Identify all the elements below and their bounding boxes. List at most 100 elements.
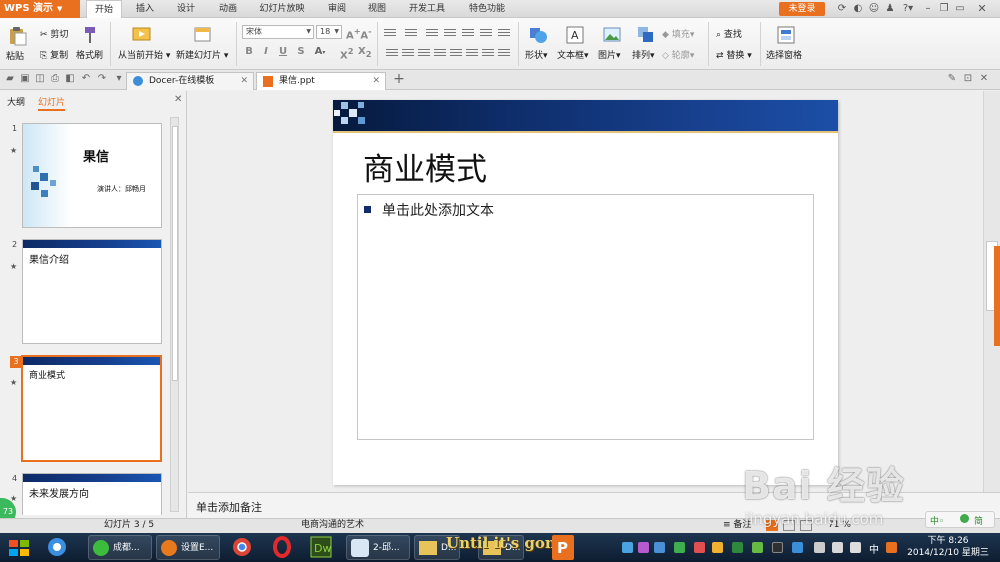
outline-button[interactable]: ◇ 轮廓▾ (662, 48, 694, 61)
chevron-down-icon[interactable]: ▾ (113, 73, 125, 85)
help-icon[interactable]: ?▾ (900, 3, 916, 15)
bold-icon[interactable]: B (243, 46, 255, 57)
content-placeholder[interactable]: 单击此处添加文本 (357, 194, 814, 440)
tray-signal-icon[interactable] (814, 542, 825, 553)
tab-design[interactable]: 设计 (168, 0, 204, 18)
shrink-font-icon[interactable]: A- (360, 26, 372, 41)
minimize-icon[interactable]: – (922, 3, 934, 15)
new-slide-icon[interactable] (193, 25, 213, 45)
taskbar-item-firefox[interactable]: 设置E... (156, 535, 220, 560)
slide-title[interactable]: 商业模式 (363, 144, 487, 189)
decrease-indent-icon[interactable] (426, 27, 438, 37)
tab-developer[interactable]: 开发工具 (402, 0, 452, 18)
close-icon[interactable]: ✕ (174, 94, 182, 105)
ime-indicator[interactable]: 中 (869, 541, 879, 556)
text-direction-icon[interactable] (480, 27, 492, 37)
align-center-icon[interactable] (402, 47, 414, 57)
close-icon[interactable]: ✕ (976, 3, 988, 15)
align-top-icon[interactable] (466, 47, 478, 57)
cut-button[interactable]: ✂ 剪切 (40, 27, 68, 40)
tray-network-icon[interactable] (622, 542, 633, 553)
subscript-icon[interactable]: X2 (358, 46, 372, 59)
tray-app-icon[interactable] (792, 542, 803, 553)
fullscreen-icon[interactable]: ⊡ (962, 73, 974, 85)
slide-thumbnail-2[interactable]: 果信介绍 (22, 239, 162, 344)
find-button[interactable]: ⌕ 查找 (716, 27, 742, 40)
grow-font-icon[interactable]: A+ (346, 26, 361, 41)
italic-icon[interactable]: I (260, 46, 272, 57)
align-right-icon[interactable] (418, 47, 430, 57)
underline-icon[interactable]: U (277, 46, 289, 57)
tab-document[interactable]: 果信.ppt ✕ (256, 72, 386, 90)
close-icon[interactable]: ✕ (240, 73, 248, 89)
close-icon[interactable]: ✕ (372, 73, 380, 89)
opera-icon[interactable] (268, 535, 296, 560)
picture-button[interactable]: 图片▾ (598, 48, 621, 61)
font-name-select[interactable]: 宋体 ▼ (242, 25, 314, 39)
tray-app-icon[interactable] (638, 542, 649, 553)
from-current-button[interactable]: 从当前开始 ▾ (118, 48, 170, 61)
align-left-icon[interactable] (386, 47, 398, 57)
new-tab-icon[interactable]: + (393, 72, 405, 86)
align-middle-icon[interactable] (482, 47, 494, 57)
replace-button[interactable]: ⇄ 替换 ▾ (716, 48, 752, 61)
columns-icon[interactable] (498, 27, 510, 37)
chrome-icon[interactable] (228, 535, 256, 560)
tab-outline[interactable]: 大纲 (7, 95, 25, 108)
open-folder-icon[interactable]: ▰ (4, 73, 16, 85)
wps-app-menu-button[interactable]: WPS 演示 ▼ (0, 0, 80, 18)
numbered-list-icon[interactable] (405, 27, 417, 37)
copy-button[interactable]: ⎘ 复制 (40, 48, 68, 61)
preview-icon[interactable]: ◧ (64, 73, 76, 85)
print-icon[interactable]: ⎙ (49, 73, 61, 85)
side-accent-tab[interactable] (994, 246, 1000, 346)
format-painter-icon[interactable] (82, 26, 98, 44)
sync-icon[interactable]: ⟳ (836, 3, 848, 15)
tab-animation[interactable]: 动画 (210, 0, 246, 18)
redo-icon[interactable]: ↷ (96, 73, 108, 85)
align-bottom-icon[interactable] (498, 47, 510, 57)
restore-icon[interactable]: ❐ (938, 3, 950, 15)
skin-icon[interactable]: ◐ (852, 3, 864, 15)
tools-icon[interactable]: ✎ (946, 73, 958, 85)
slide-thumbnail-1[interactable]: 果信 演讲人：邱畅月 (22, 123, 162, 228)
close-icon[interactable]: ✕ (978, 73, 990, 85)
tray-battery-icon[interactable] (850, 542, 861, 553)
slide-thumbnail-3[interactable]: 商业模式 (21, 355, 162, 462)
textbox-icon[interactable]: A (565, 25, 585, 45)
justify-icon[interactable] (434, 47, 446, 57)
tray-app-icon[interactable] (752, 542, 763, 553)
tab-home[interactable]: 开始 (86, 0, 122, 18)
superscript-icon[interactable]: X2 (340, 46, 354, 61)
new-slide-button[interactable]: 新建幻灯片 ▾ (176, 48, 228, 61)
arrange-button[interactable]: 排列▾ (632, 48, 655, 61)
increase-indent-icon[interactable] (444, 27, 456, 37)
shapes-icon[interactable] (528, 25, 548, 45)
slide-canvas[interactable]: 商业模式 单击此处添加文本 (333, 100, 838, 485)
save-icon[interactable]: ▣ (19, 73, 31, 85)
tray-shield-icon[interactable] (674, 542, 685, 553)
tray-wps-icon[interactable] (886, 542, 897, 553)
scrollbar-thumb[interactable] (172, 126, 178, 381)
taskbar-item-chengdu[interactable]: 成都... (88, 535, 152, 560)
textbox-button[interactable]: 文本框▾ (557, 48, 589, 61)
tray-app-icon[interactable] (732, 542, 743, 553)
fill-button[interactable]: ◆ 填充▾ (662, 27, 694, 40)
tray-app-icon[interactable] (712, 542, 723, 553)
wps-presentation-taskbar-icon[interactable]: P (552, 535, 574, 560)
tray-volume-icon[interactable] (832, 542, 843, 553)
line-spacing-icon[interactable] (462, 27, 474, 37)
shadow-icon[interactable]: S (295, 46, 307, 57)
picture-icon[interactable] (602, 25, 622, 45)
arrange-icon[interactable] (636, 25, 656, 45)
windows-start-icon[interactable] (8, 538, 30, 558)
font-color-icon[interactable]: A▾ (314, 46, 326, 57)
export-icon[interactable]: ◫ (34, 73, 46, 85)
tab-slideshow[interactable]: 幻灯片放映 (252, 0, 312, 18)
tab-review[interactable]: 审阅 (320, 0, 354, 18)
play-from-current-icon[interactable] (132, 25, 152, 45)
tab-slides[interactable]: 幻灯片 (38, 95, 66, 111)
font-size-select[interactable]: 18 ▼ (316, 25, 342, 39)
paste-button[interactable] (8, 26, 28, 46)
tab-docer-templates[interactable]: Docer-在线模板 ✕ (126, 72, 254, 90)
